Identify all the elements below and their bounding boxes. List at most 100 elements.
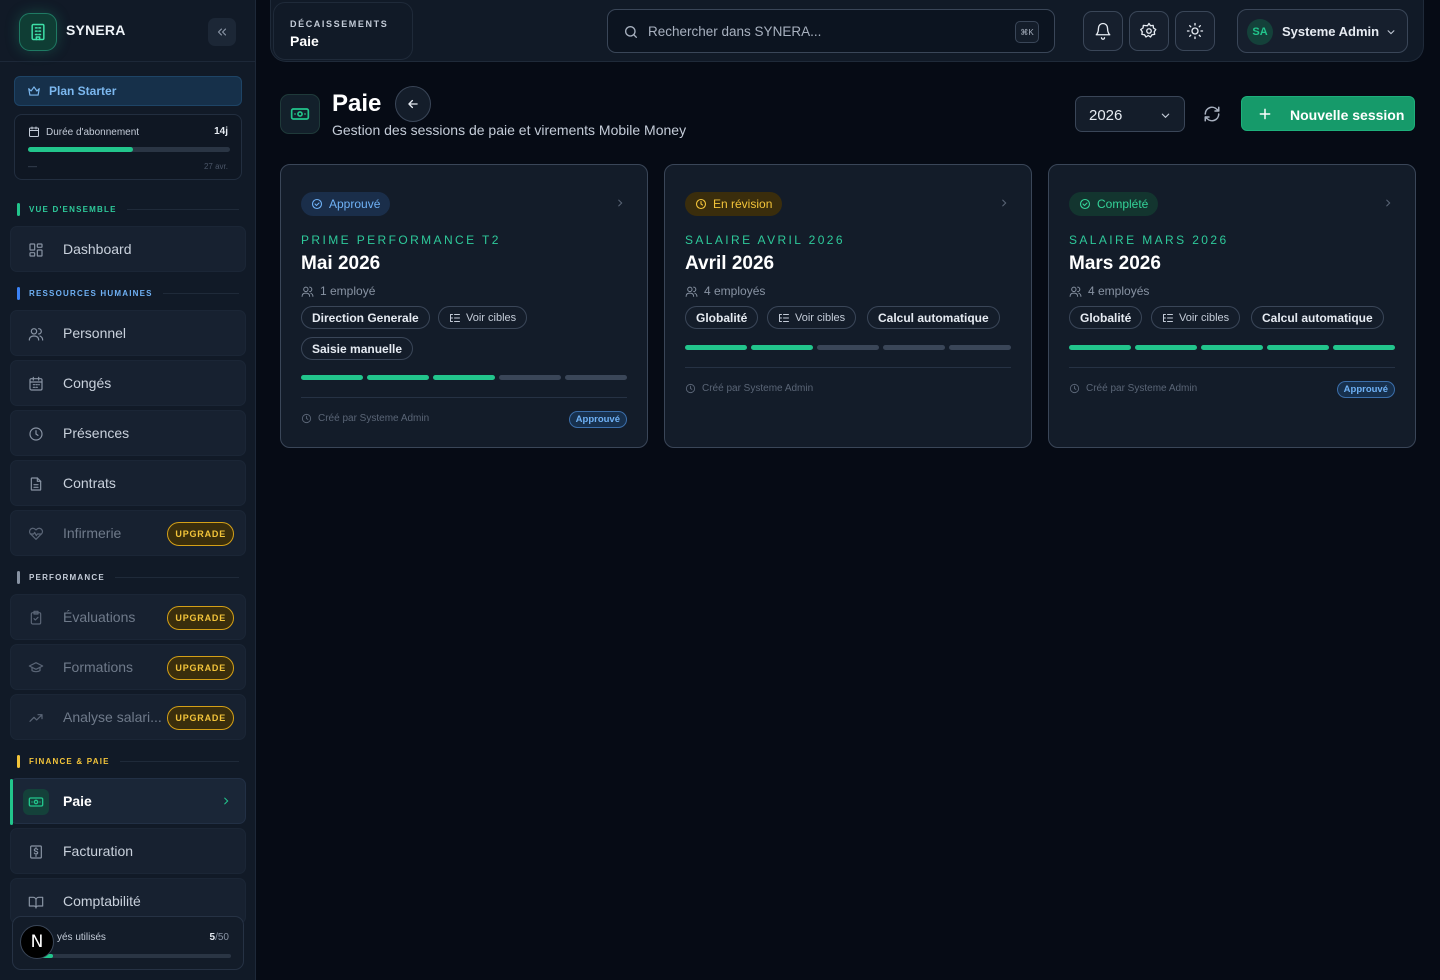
calendar-icon xyxy=(29,376,43,391)
dev-tools-badge[interactable]: N xyxy=(20,925,54,959)
refresh-button[interactable] xyxy=(1203,105,1221,123)
payroll-session-card[interactable]: Complété SALAIRE MARS 2026 Mars 2026 4 e… xyxy=(1048,164,1416,448)
plus-icon xyxy=(1259,108,1271,120)
notifications-button[interactable] xyxy=(1083,11,1123,51)
new-session-button[interactable]: Nouvelle session xyxy=(1241,96,1415,131)
avatar: SA xyxy=(1247,19,1273,45)
plan-badge[interactable]: Plan Starter xyxy=(14,76,242,106)
sidebar-item-paie[interactable]: Paie xyxy=(10,778,246,825)
section-mark xyxy=(17,570,20,584)
book-open-icon xyxy=(28,896,44,909)
sidebar-item-evaluations[interactable]: Évaluations UPGRADE xyxy=(10,594,246,640)
check-circle-icon xyxy=(311,198,323,210)
workflow-step xyxy=(1267,345,1329,350)
section-divider xyxy=(126,208,239,210)
crown-icon xyxy=(28,86,40,96)
view-targets-button[interactable]: Voir cibles xyxy=(438,306,528,329)
chevron-down-icon xyxy=(1161,113,1170,119)
sidebar-item-label: Personnel xyxy=(63,325,127,341)
search-icon xyxy=(625,26,637,38)
employee-count-label: 4 employés xyxy=(1088,284,1150,298)
theme-toggle-button[interactable] xyxy=(1175,11,1215,51)
sidebar-item-conges[interactable]: Congés xyxy=(10,360,246,406)
receipt-icon xyxy=(30,845,42,859)
view-targets-button[interactable]: Voir cibles xyxy=(1151,306,1241,329)
mode-chip: Calcul automatique xyxy=(1251,306,1384,329)
clock-icon xyxy=(695,198,707,210)
usage-progress xyxy=(33,954,231,958)
session-type: SALAIRE AVRIL 2026 xyxy=(685,233,845,247)
list-tree-icon xyxy=(1163,313,1173,322)
sidebar-item-infirmerie[interactable]: Infirmerie UPGRADE xyxy=(10,510,246,556)
sidebar-item-label: Formations xyxy=(63,659,134,675)
brand-name: SYNERA xyxy=(66,22,126,38)
view-targets-label: Voir cibles xyxy=(466,311,517,324)
back-button[interactable] xyxy=(395,86,431,122)
upgrade-badge[interactable]: UPGRADE xyxy=(167,656,234,680)
sidebar-item-contrats[interactable]: Contrats xyxy=(10,460,246,506)
user-menu-button[interactable]: SA Systeme Admin xyxy=(1237,9,1408,53)
section-overview: VUE D'ENSEMBLE xyxy=(17,202,239,216)
banknote-icon xyxy=(290,108,310,120)
list-tree-icon xyxy=(450,313,460,322)
settings-button[interactable] xyxy=(1129,11,1169,51)
sidebar-item-label: Évaluations xyxy=(63,609,136,625)
year-select[interactable]: 2026 xyxy=(1075,96,1185,132)
users-icon xyxy=(1069,286,1082,297)
users-icon xyxy=(301,286,314,297)
creator-label: Créé par Systeme Admin xyxy=(318,413,430,424)
card-divider xyxy=(301,397,627,398)
plan-label: Plan Starter xyxy=(49,84,117,98)
upgrade-badge[interactable]: UPGRADE xyxy=(167,606,234,630)
upgrade-badge[interactable]: UPGRADE xyxy=(167,706,234,730)
sidebar-item-presences[interactable]: Présences xyxy=(10,410,246,456)
brand-logo[interactable] xyxy=(19,13,57,51)
subscription-label: Durée d'abonnement xyxy=(46,126,140,138)
arrow-left-icon xyxy=(408,99,418,109)
subscription-start: — xyxy=(28,161,37,171)
sidebar-item-label: Comptabilité xyxy=(63,893,141,909)
sidebar-item-label: Analyse salari... xyxy=(63,709,162,725)
scope-chip-label: Globalité xyxy=(696,310,748,325)
graduation-cap-icon xyxy=(28,662,44,673)
mode-chip-label: Calcul automatique xyxy=(878,310,989,325)
usage-value: 5/50 xyxy=(210,932,229,943)
section-performance-label: PERFORMANCE xyxy=(29,572,105,582)
creator-label: Créé par Systeme Admin xyxy=(1086,383,1198,394)
sidebar-item-analyse-salariale[interactable]: Analyse salari... UPGRADE xyxy=(10,694,246,740)
chevrons-left-icon xyxy=(217,28,227,36)
upgrade-badge[interactable]: UPGRADE xyxy=(167,522,234,546)
sidebar-item-label: Infirmerie xyxy=(63,525,122,541)
collapse-sidebar-button[interactable] xyxy=(208,18,236,46)
scope-chip: Globalité xyxy=(685,306,759,329)
section-divider xyxy=(119,760,239,762)
section-mark xyxy=(17,202,20,216)
breadcrumb-parent: DÉCAISSEMENTS xyxy=(290,19,389,29)
sidebar-item-personnel[interactable]: Personnel xyxy=(10,310,246,356)
employee-count: 4 employés xyxy=(1069,284,1149,298)
section-hr-label: RESSOURCES HUMAINES xyxy=(29,288,153,298)
view-targets-label: Voir cibles xyxy=(1179,311,1230,324)
view-targets-label: Voir cibles xyxy=(795,311,846,324)
sidebar-item-formations[interactable]: Formations UPGRADE xyxy=(10,644,246,690)
workflow-step xyxy=(301,375,363,380)
page-subtitle: Gestion des sessions de paie et virement… xyxy=(332,122,687,138)
chevron-right-icon xyxy=(1386,199,1391,207)
sidebar-item-facturation[interactable]: Facturation xyxy=(10,828,246,874)
view-targets-button[interactable]: Voir cibles xyxy=(767,306,857,329)
section-overview-label: VUE D'ENSEMBLE xyxy=(29,204,117,214)
search-input[interactable]: Rechercher dans SYNERA... ⌘K xyxy=(607,9,1055,53)
section-mark xyxy=(17,286,20,300)
sidebar-item-dashboard[interactable]: Dashboard xyxy=(10,226,246,272)
sidebar-item-label: Paie xyxy=(63,793,92,809)
workflow-step xyxy=(1333,345,1395,350)
scope-chip: Globalité xyxy=(1069,306,1143,329)
payroll-session-card[interactable]: Approuvé PRIME PERFORMANCE T2 Mai 2026 1… xyxy=(280,164,648,448)
subscription-progress xyxy=(28,147,230,152)
search-placeholder: Rechercher dans SYNERA... xyxy=(648,24,822,39)
creator-label: Créé par Systeme Admin xyxy=(702,383,814,394)
payroll-session-card[interactable]: En révision SALAIRE AVRIL 2026 Avril 202… xyxy=(664,164,1032,448)
sidebar-item-label: Dashboard xyxy=(63,241,132,257)
page-icon xyxy=(280,94,320,134)
status-badge: En révision xyxy=(685,192,783,216)
